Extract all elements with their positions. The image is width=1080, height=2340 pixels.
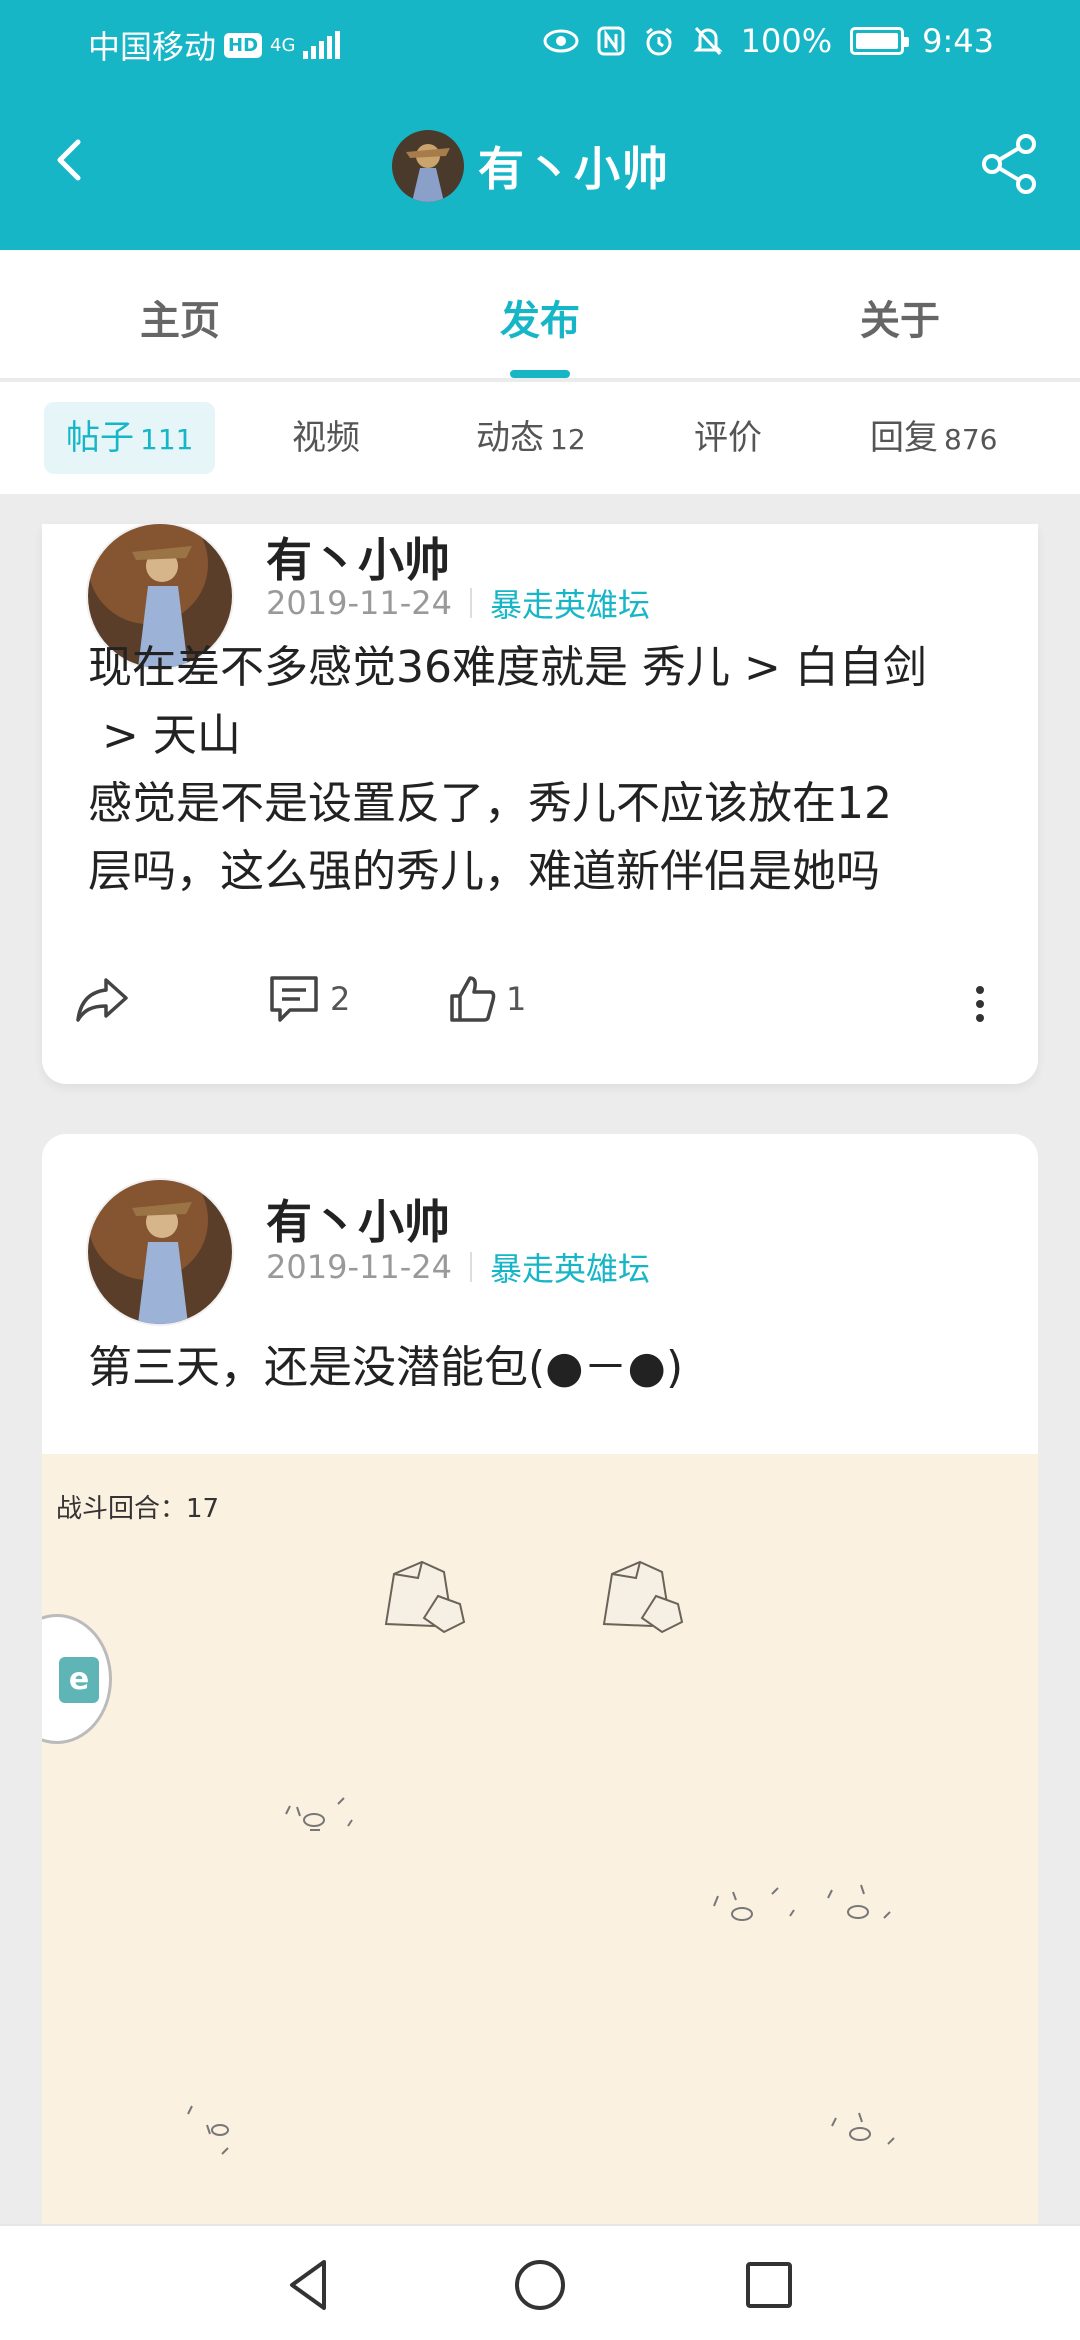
battle-round-label: 战斗回合：17: [56, 1494, 220, 1524]
post-line: 现在差不多感觉36难度就是 秀儿 > 白自剑: [88, 642, 927, 693]
nav-home-button[interactable]: [505, 2250, 575, 2320]
post-actions: 2 1: [42, 964, 1038, 1044]
network-label: 4G: [270, 34, 296, 56]
square-recents-icon: [746, 2262, 792, 2308]
grass-icon: [285, 1797, 353, 1831]
system-nav-bar: [0, 2224, 1080, 2340]
subtab-replies[interactable]: 回复 876: [870, 402, 997, 474]
page-title: 有丶小帅: [478, 142, 670, 196]
subtab-count: 111: [140, 423, 194, 456]
post-card[interactable]: 有丶小帅 2019-11-24 暴走英雄坛 第三天，还是没潜能包(●－●) 战斗…: [42, 1134, 1038, 2224]
post-meta: 2019-11-24 暴走英雄坛: [266, 580, 650, 626]
more-options-button[interactable]: [974, 986, 986, 1026]
eye-icon: [543, 29, 579, 53]
share-icon: [982, 134, 1036, 194]
post-body[interactable]: 现在差不多感觉36难度就是 秀儿 > 白自剑 > 天山 感觉是不是设置反了，秀儿…: [88, 634, 998, 906]
circle-home-icon: [515, 2260, 565, 2310]
alarm-icon: [645, 27, 672, 56]
nav-back-button[interactable]: [274, 2250, 344, 2320]
signal-icon: [303, 31, 341, 59]
subtab-label: 评价: [694, 418, 762, 458]
clock: 9:43: [922, 22, 994, 60]
subtab-activity[interactable]: 动态 12: [476, 402, 586, 474]
game-scene: [187, 1560, 895, 2155]
like-button[interactable]: 1: [448, 974, 526, 1024]
board-link[interactable]: 暴走英雄坛: [490, 580, 650, 626]
thumbs-up-icon: [450, 976, 496, 1022]
share-button[interactable]: [978, 132, 1042, 196]
rock-icon: [602, 1560, 684, 1634]
tab-posts[interactable]: 发布: [500, 288, 580, 346]
post-meta: 2019-11-24 暴走英雄坛: [266, 1244, 650, 1290]
header-title-group: 有丶小帅: [392, 128, 670, 204]
rock-icon: [384, 1560, 466, 1634]
comment-icon: [270, 976, 318, 1022]
forward-icon: [76, 978, 128, 1022]
subtab-label: 动态: [476, 418, 544, 458]
avatar[interactable]: [88, 1180, 232, 1324]
post-image[interactable]: 战斗回合：17 e: [42, 1454, 1038, 2224]
post-line: 层吗，这么强的秀儿，难道新伴侣是她吗: [88, 846, 880, 897]
subtab-videos[interactable]: 视频: [292, 402, 360, 474]
main-tabs: 主页 发布 关于: [0, 250, 1080, 380]
back-button[interactable]: [40, 130, 100, 190]
post-line: > 天山: [88, 710, 241, 761]
subtab-count: 12: [550, 423, 586, 456]
subtab-label: 回复: [870, 418, 938, 458]
subtab-threads[interactable]: 帖子 111: [44, 402, 216, 474]
like-count: 1: [506, 980, 527, 1018]
post-body[interactable]: 第三天，还是没潜能包(●－●): [88, 1334, 998, 1402]
meta-divider: [469, 1252, 472, 1282]
battery-icon: [850, 27, 910, 55]
share-post-button[interactable]: [74, 974, 130, 1026]
sub-tabs: 帖子 111 视频 动态 12 评价 回复 876: [0, 382, 1080, 494]
comment-button[interactable]: 2: [268, 974, 350, 1024]
hd-badge: HD: [224, 32, 263, 58]
mute-bell-icon: [693, 26, 723, 56]
post-date: 2019-11-24: [266, 1248, 452, 1286]
profile-header: 有丶小帅: [0, 110, 1080, 220]
triangle-back-icon: [290, 2260, 326, 2310]
subtab-reviews[interactable]: 评价: [694, 402, 762, 474]
author-name[interactable]: 有丶小帅: [266, 1186, 450, 1252]
nfc-icon: [597, 26, 625, 56]
chevron-left-icon: [57, 139, 81, 181]
subtab-count: 876: [944, 423, 998, 456]
meta-divider: [469, 588, 472, 618]
header-avatar[interactable]: [392, 130, 464, 202]
status-bar: 中国移动 HD 4G 100% 9:43: [0, 0, 1080, 80]
post-line: 第三天，还是没潜能包(●－●): [88, 1342, 684, 1393]
post-line: 感觉是不是设置反了，秀儿不应该放在12: [88, 778, 892, 829]
active-tab-indicator: [510, 370, 570, 378]
post-date: 2019-11-24: [266, 584, 452, 622]
grass-icon: [713, 1884, 891, 1921]
tab-home[interactable]: 主页: [140, 288, 220, 346]
subtab-label: 视频: [292, 418, 360, 458]
subtab-label: 帖子: [66, 418, 134, 458]
battery-percent: 100%: [740, 22, 833, 60]
grass-icon: [187, 2105, 895, 2155]
carrier-label: 中国移动: [88, 28, 217, 66]
post-card[interactable]: 有丶小帅 2019-11-24 暴走英雄坛 现在差不多感觉36难度就是 秀儿 >…: [42, 524, 1038, 1084]
top-bar: 中国移动 HD 4G 100% 9:43 有丶小帅: [0, 0, 1080, 250]
board-link[interactable]: 暴走英雄坛: [490, 1244, 650, 1290]
comment-count: 2: [330, 980, 351, 1018]
nav-recents-button[interactable]: [734, 2250, 804, 2320]
game-badge-icon: e: [42, 1614, 112, 1744]
tab-about[interactable]: 关于: [860, 288, 940, 346]
